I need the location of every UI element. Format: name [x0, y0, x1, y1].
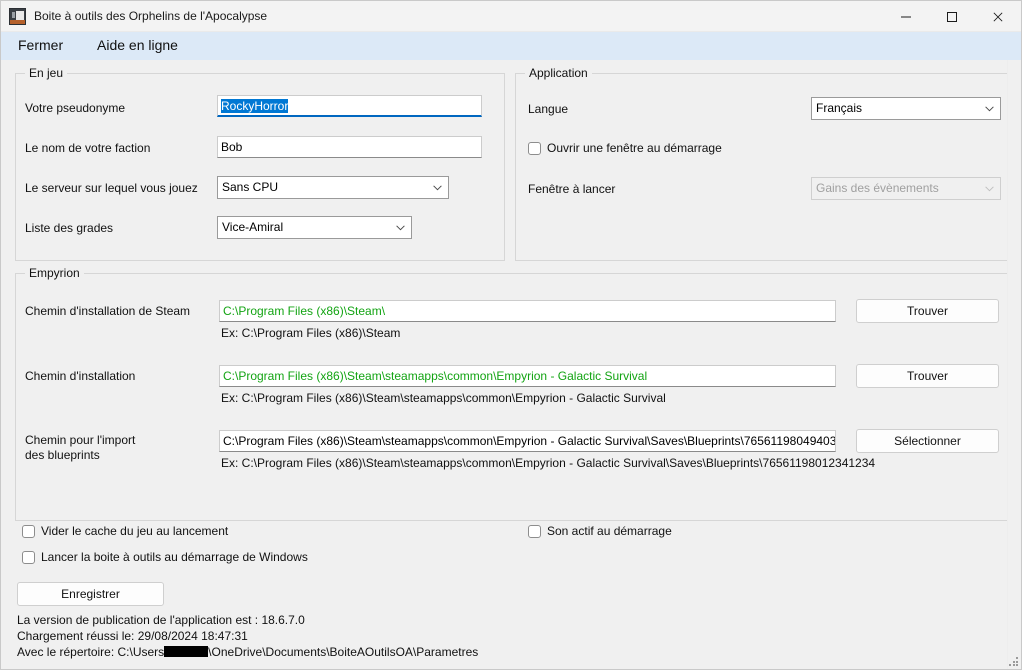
steam-path-browse-button[interactable]: Trouver	[856, 299, 999, 323]
status-directory-prefix: Avec le répertoire: C:\Users	[17, 645, 165, 659]
window-to-launch-select[interactable]: Gains des évènements	[811, 177, 1001, 200]
group-empyrion-legend: Empyrion	[25, 266, 84, 280]
window-to-launch-select-value: Gains des évènements	[816, 181, 939, 195]
label-server: Le serveur sur lequel vous jouez	[25, 181, 198, 195]
open-window-on-start-label: Ouvrir une fenêtre au démarrage	[547, 141, 722, 155]
status-directory-suffix: \OneDrive\Documents\BoiteAOutilsOA\Param…	[208, 645, 479, 659]
label-faction: Le nom de votre faction	[25, 141, 151, 155]
blueprints-path-input-value: C:\Program Files (x86)\Steam\steamapps\c…	[223, 434, 836, 448]
blueprints-path-input[interactable]: C:\Program Files (x86)\Steam\steamapps\c…	[219, 430, 836, 452]
blueprints-path-hint: Ex: C:\Program Files (x86)\Steam\steamap…	[221, 456, 876, 470]
sound-on-start-label: Son actif au démarrage	[547, 524, 672, 538]
label-window-to-launch: Fenêtre à lancer	[528, 182, 616, 196]
minimize-button[interactable]	[885, 1, 931, 32]
steam-path-input[interactable]: C:\Program Files (x86)\Steam\	[219, 300, 836, 322]
server-select-value: Sans CPU	[222, 180, 279, 194]
install-path-input-value: C:\Program Files (x86)\Steam\steamapps\c…	[223, 369, 648, 383]
settings-content: En jeu Votre pseudonyme RockyHorror Le n…	[1, 60, 1021, 669]
rank-select[interactable]: Vice-Amiral	[217, 216, 412, 239]
status-load: Chargement réussi le: 29/08/2024 18:47:3…	[17, 629, 248, 643]
chevron-down-icon	[985, 106, 994, 112]
faction-input[interactable]: Bob	[217, 136, 482, 158]
app-icon	[9, 8, 26, 25]
clear-cache-label: Vider le cache du jeu au lancement	[41, 524, 229, 538]
chevron-down-icon	[396, 225, 405, 231]
maximize-button[interactable]	[931, 1, 977, 32]
server-select[interactable]: Sans CPU	[217, 176, 449, 199]
checkbox-box	[22, 551, 35, 564]
redaction-bar	[164, 646, 209, 657]
group-application-legend: Application	[525, 66, 592, 80]
pseudonym-input-value: RockyHorror	[221, 99, 289, 113]
menu-bar: Fermer Aide en ligne	[1, 32, 1021, 60]
window-right-edge	[1007, 60, 1021, 669]
chevron-down-icon	[433, 185, 442, 191]
language-select[interactable]: Français	[811, 97, 1001, 120]
save-button[interactable]: Enregistrer	[17, 582, 164, 606]
menu-item-aide-en-ligne[interactable]: Aide en ligne	[97, 37, 178, 53]
label-rank: Liste des grades	[25, 221, 114, 235]
install-path-hint: Ex: C:\Program Files (x86)\Steam\steamap…	[221, 391, 666, 405]
install-path-browse-button[interactable]: Trouver	[856, 364, 999, 388]
group-en-jeu-legend: En jeu	[25, 66, 68, 80]
steam-path-hint: Ex: C:\Program Files (x86)\Steam	[221, 326, 401, 340]
label-blueprints-path-line2: des blueprints	[25, 448, 100, 462]
status-directory: Avec le répertoire: C:\Users \OneDrive\Do…	[17, 644, 478, 660]
rank-select-value: Vice-Amiral	[222, 220, 284, 234]
close-button[interactable]	[977, 1, 1021, 32]
label-install-path: Chemin d'installation	[25, 369, 136, 383]
window-title: Boite à outils des Orphelins de l'Apocal…	[34, 9, 268, 23]
checkbox-box	[528, 525, 541, 538]
label-language: Langue	[528, 102, 569, 116]
chevron-down-icon	[985, 186, 994, 192]
blueprints-path-select-button[interactable]: Sélectionner	[856, 429, 999, 453]
checkbox-box	[528, 142, 541, 155]
menu-item-fermer[interactable]: Fermer	[18, 37, 63, 53]
label-pseudonym: Votre pseudonyme	[25, 101, 126, 115]
checkbox-box	[22, 525, 35, 538]
status-version: La version de publication de l'applicati…	[17, 613, 305, 627]
resize-grip[interactable]	[1009, 657, 1018, 666]
title-bar: Boite à outils des Orphelins de l'Apocal…	[1, 1, 1021, 32]
language-select-value: Français	[816, 101, 863, 115]
settings-window: Boite à outils des Orphelins de l'Apocal…	[0, 0, 1022, 670]
pseudonym-input[interactable]: RockyHorror	[217, 95, 482, 117]
launch-on-windows-start-label: Lancer la boite à outils au démarrage de…	[41, 550, 308, 564]
faction-input-value: Bob	[221, 140, 243, 154]
install-path-input[interactable]: C:\Program Files (x86)\Steam\steamapps\c…	[219, 365, 836, 387]
steam-path-input-value: C:\Program Files (x86)\Steam\	[223, 304, 386, 318]
label-blueprints-path: Chemin pour l'import	[25, 433, 136, 447]
label-steam-path: Chemin d'installation de Steam	[25, 304, 191, 318]
